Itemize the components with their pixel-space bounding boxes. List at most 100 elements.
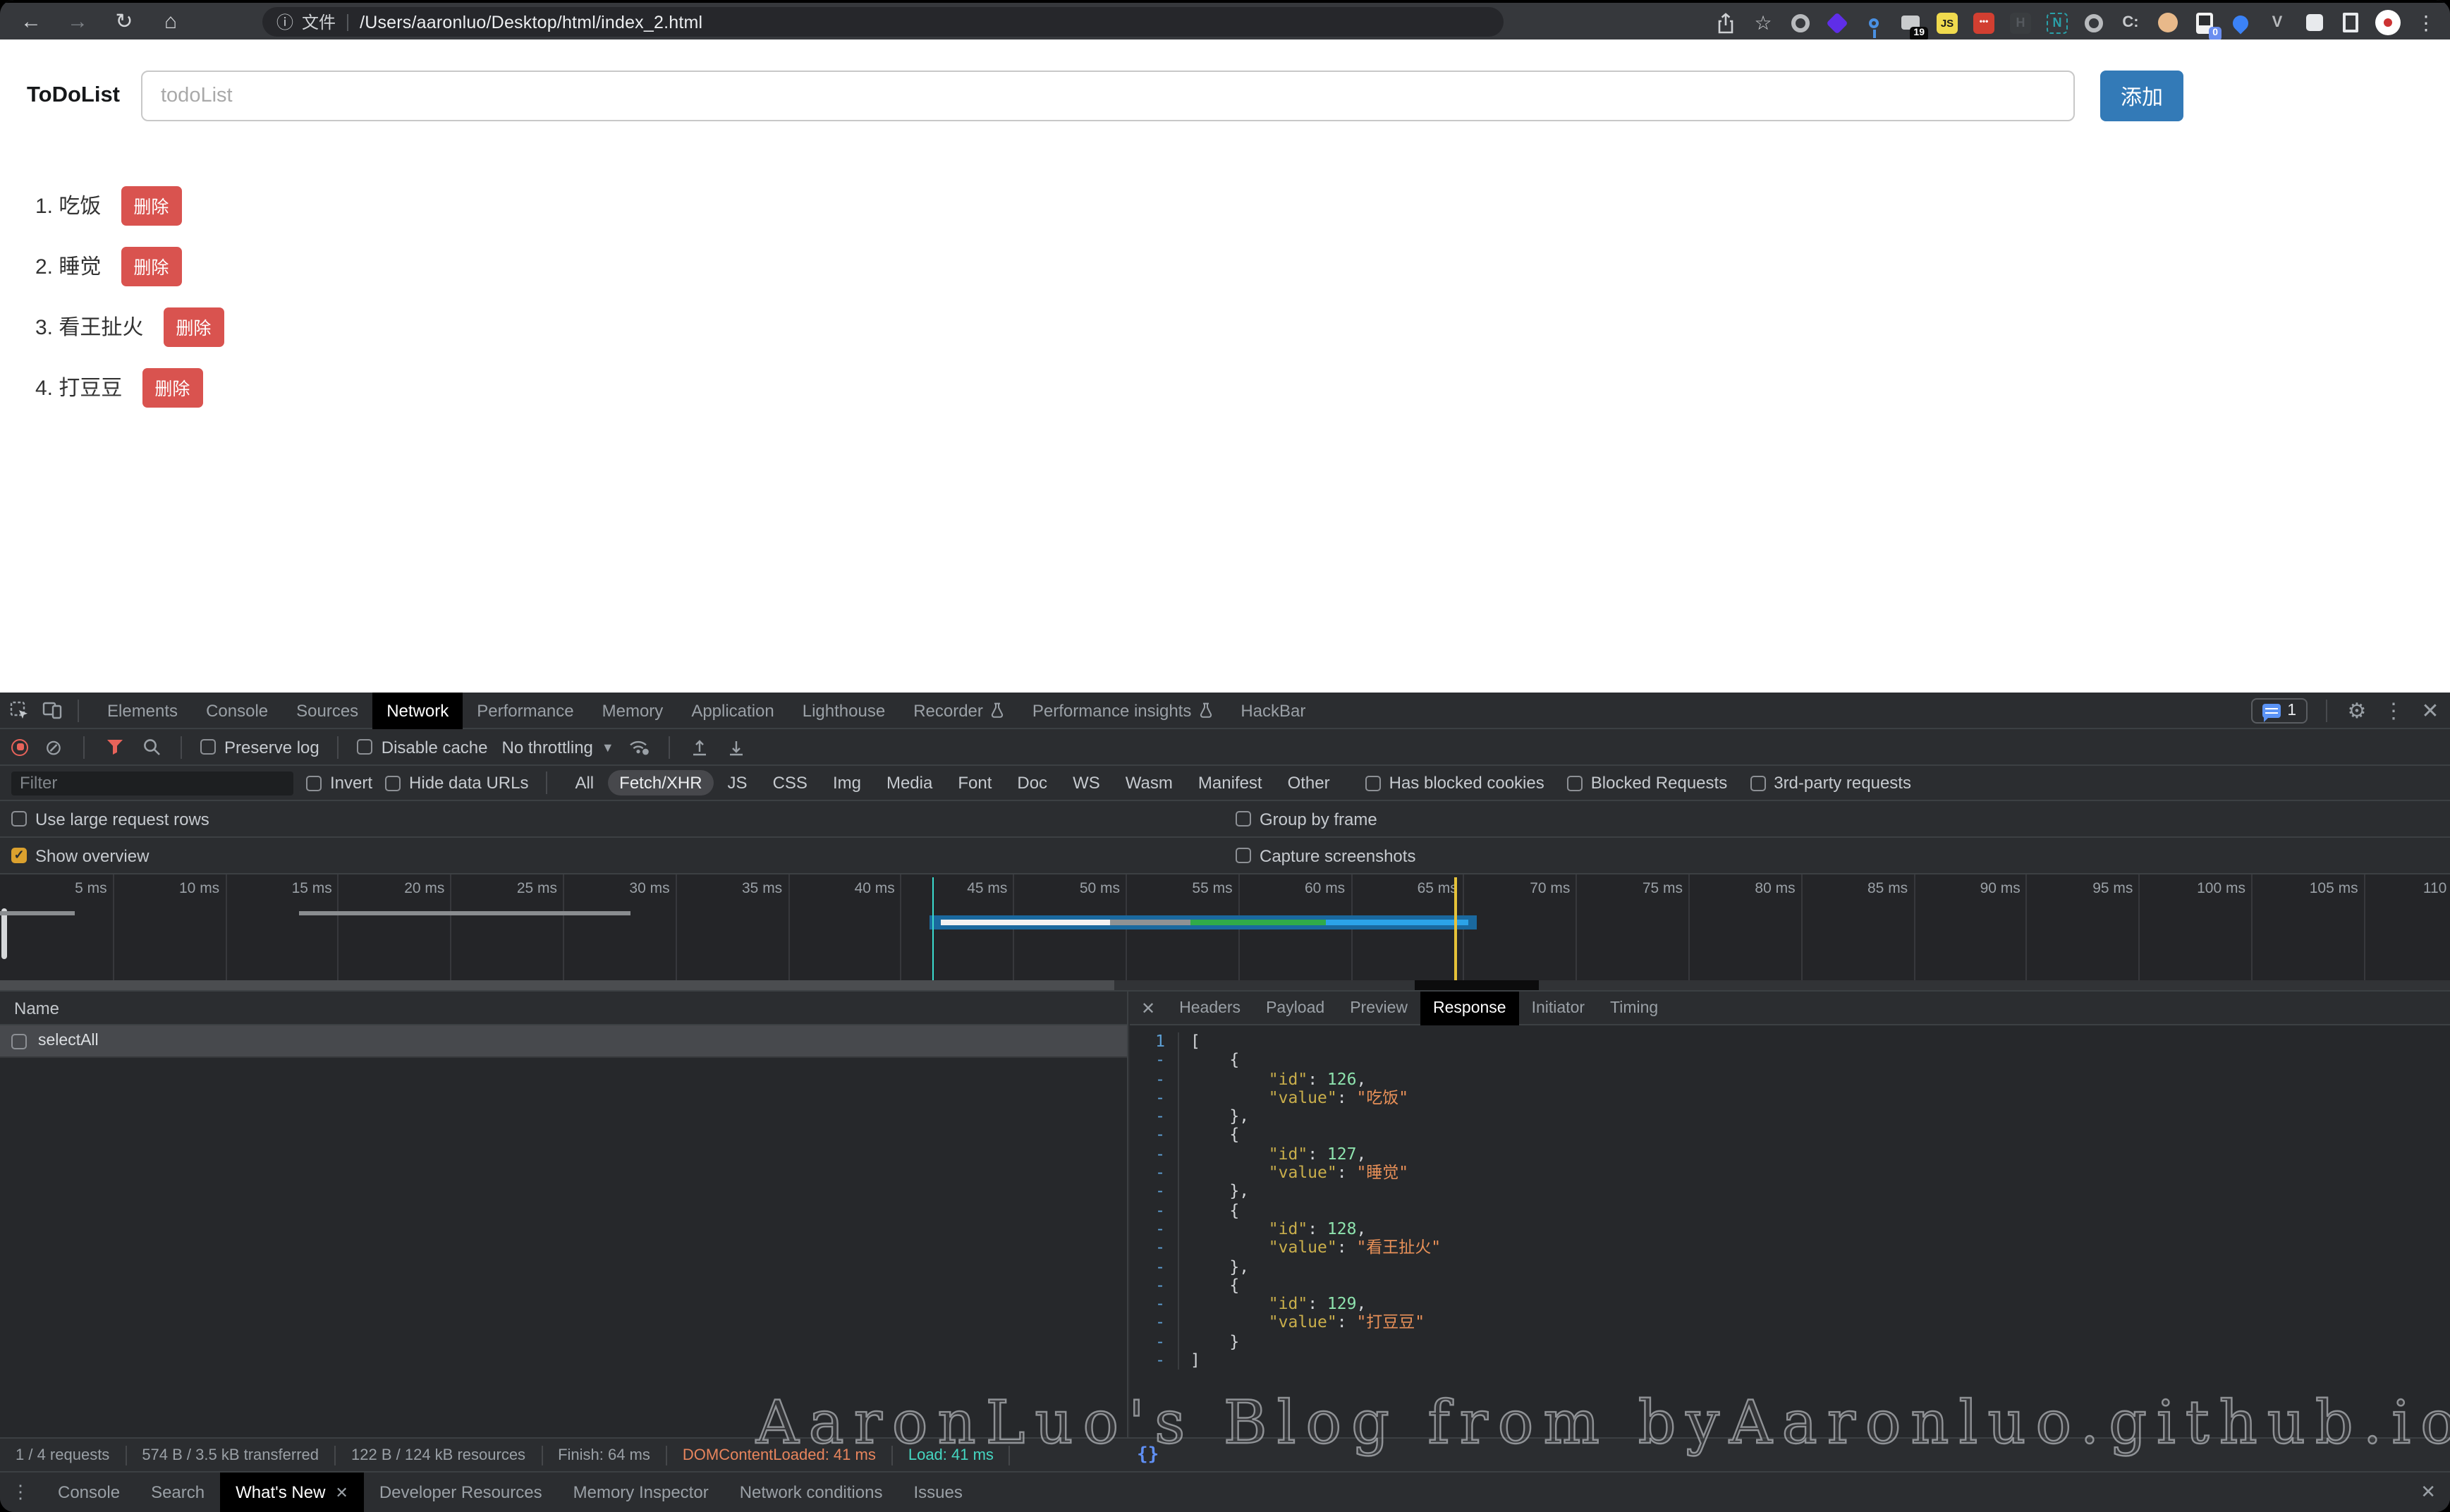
profile-avatar[interactable] <box>2375 10 2401 35</box>
overview-scrollbar[interactable] <box>0 980 2450 992</box>
group-by-frame-checkbox[interactable]: Group by frame <box>1236 809 1377 829</box>
device-toolbar-icon[interactable] <box>41 699 63 721</box>
response-tab-timing[interactable]: Timing <box>1597 991 1671 1025</box>
extension-face-icon[interactable] <box>2155 11 2179 35</box>
show-overview-checkbox[interactable]: ✓ Show overview <box>11 846 149 865</box>
extensions-puzzle-icon[interactable] <box>2302 11 2326 35</box>
todo-input[interactable] <box>141 71 2075 121</box>
extension-c-icon[interactable]: C: <box>2119 11 2143 35</box>
drawer-tab-issues[interactable]: Issues <box>898 1472 977 1512</box>
delete-button-2[interactable]: 删除 <box>121 246 181 286</box>
devtools-tab-sources[interactable]: Sources <box>282 692 372 728</box>
filter-type-css[interactable]: CSS <box>762 770 819 795</box>
overview-scrollbar-thumb[interactable] <box>0 980 1114 992</box>
devtools-close-icon[interactable]: ✕ <box>2419 700 2442 722</box>
extension-notion-icon[interactable]: N <box>2045 11 2069 35</box>
settings-gear-icon[interactable]: ⚙ <box>2346 700 2368 722</box>
clear-network-log-icon[interactable]: ⊘ <box>42 736 65 758</box>
hide-data-urls-checkbox[interactable]: Hide data URLs <box>385 773 528 793</box>
bookmark-star-icon[interactable]: ☆ <box>1750 10 1776 35</box>
devtools-tab-network[interactable]: Network <box>372 692 463 728</box>
devtools-tab-recorder[interactable]: Recorder <box>899 692 1018 728</box>
network-filter-input[interactable] <box>11 771 293 795</box>
home-icon[interactable]: ⌂ <box>155 6 186 37</box>
format-response-button[interactable]: {} <box>1137 1444 1159 1465</box>
use-large-request-rows-checkbox[interactable]: Use large request rows <box>11 809 209 829</box>
extension-panel-icon[interactable] <box>2339 11 2363 35</box>
extension-v-icon[interactable]: V <box>2265 11 2289 35</box>
export-har-icon[interactable] <box>726 736 748 758</box>
forward-icon[interactable]: → <box>62 6 93 37</box>
extension-pin-icon[interactable] <box>1862 11 1886 35</box>
devtools-menu-icon[interactable]: ⋮ <box>2382 700 2405 722</box>
extension-camera-icon[interactable]: 19 <box>1899 11 1922 35</box>
devtools-tab-hackbar[interactable]: HackBar <box>1226 692 1320 728</box>
devtools-tab-memory[interactable]: Memory <box>588 692 678 728</box>
response-tab-response[interactable]: Response <box>1420 991 1519 1025</box>
extension-card-icon[interactable]: 0 <box>2192 11 2216 35</box>
extension-password-icon[interactable]: ••• <box>1972 11 1996 35</box>
import-har-icon[interactable] <box>689 736 712 758</box>
extension-diamond-icon[interactable] <box>1825 11 1849 35</box>
drawer-tab-memory-inspector[interactable]: Memory Inspector <box>558 1472 724 1512</box>
filter-type-manifest[interactable]: Manifest <box>1187 770 1274 795</box>
filter-type-fetch-xhr[interactable]: Fetch/XHR <box>608 770 713 795</box>
request-row-checkbox[interactable] <box>11 1033 27 1049</box>
drawer-menu-icon[interactable]: ⋮ <box>0 1481 42 1504</box>
filter-type-doc[interactable]: Doc <box>1006 770 1059 795</box>
add-button[interactable]: 添加 <box>2100 71 2183 121</box>
browser-menu-icon[interactable]: ⋮ <box>2413 10 2439 35</box>
filter-type-img[interactable]: Img <box>822 770 872 795</box>
filter-type-ws[interactable]: WS <box>1061 770 1111 795</box>
reload-icon[interactable]: ↻ <box>109 6 140 37</box>
drawer-tab-developer-resources[interactable]: Developer Resources <box>364 1472 558 1512</box>
extension-balloon-icon[interactable] <box>2229 11 2253 35</box>
drawer-tab-network-conditions[interactable]: Network conditions <box>724 1472 898 1512</box>
has-blocked-cookies-checkbox[interactable]: Has blocked cookies <box>1365 773 1544 793</box>
address-bar[interactable]: ⓘ 文件 /Users/aaronluo/Desktop/html/index_… <box>262 7 1504 37</box>
devtools-tab-performance[interactable]: Performance <box>463 692 587 728</box>
request-row-selectall[interactable]: selectAll <box>0 1025 1127 1058</box>
delete-button-1[interactable]: 删除 <box>121 185 181 225</box>
blocked-requests-checkbox[interactable]: Blocked Requests <box>1567 773 1727 793</box>
console-messages-button[interactable]: 1 <box>2250 698 2308 724</box>
back-icon[interactable]: ← <box>16 6 47 37</box>
response-tab-initiator[interactable]: Initiator <box>1519 991 1597 1025</box>
drawer-close-icon[interactable]: ✕ <box>2420 1481 2436 1504</box>
devtools-tab-console[interactable]: Console <box>192 692 282 728</box>
filter-funnel-icon[interactable] <box>103 736 126 758</box>
drawer-tab-close-icon[interactable]: ✕ <box>335 1483 348 1501</box>
drawer-tab-what-s-new[interactable]: What's New✕ <box>220 1472 364 1512</box>
search-icon[interactable] <box>140 736 162 758</box>
filter-type-other[interactable]: Other <box>1276 770 1341 795</box>
devtools-tab-lighthouse[interactable]: Lighthouse <box>788 692 899 728</box>
capture-screenshots-checkbox[interactable]: Capture screenshots <box>1236 846 1415 865</box>
throttling-select[interactable]: No throttling ▼ <box>502 737 614 757</box>
filter-type-media[interactable]: Media <box>875 770 944 795</box>
drawer-tab-search[interactable]: Search <box>135 1472 220 1512</box>
response-tab-headers[interactable]: Headers <box>1166 991 1253 1025</box>
response-body-viewer[interactable]: 1[- {- "id": 126,- "value": "吃饭"- },- {-… <box>1130 1025 2450 1437</box>
disable-cache-checkbox[interactable]: Disable cache <box>358 737 488 757</box>
share-icon[interactable] <box>1712 10 1738 35</box>
response-tab-preview[interactable]: Preview <box>1337 991 1420 1025</box>
overview-request-bar[interactable] <box>930 915 1477 929</box>
extension-ring-icon[interactable] <box>1788 11 1812 35</box>
devtools-tab-application[interactable]: Application <box>677 692 788 728</box>
network-conditions-icon[interactable] <box>628 736 651 758</box>
filter-type-wasm[interactable]: Wasm <box>1114 770 1184 795</box>
page-info-icon[interactable]: ⓘ <box>276 10 293 34</box>
delete-button-3[interactable]: 删除 <box>163 307 224 346</box>
overview-resize-handle[interactable] <box>1 908 7 959</box>
name-column-header[interactable]: Name <box>0 992 1127 1025</box>
delete-button-4[interactable]: 删除 <box>142 367 202 407</box>
response-tab-payload[interactable]: Payload <box>1253 991 1337 1025</box>
close-request-icon[interactable]: ✕ <box>1138 998 1166 1018</box>
devtools-tab-performance-insights[interactable]: Performance insights <box>1018 692 1226 728</box>
extension-h-icon[interactable]: H <box>2009 11 2032 35</box>
filter-type-font[interactable]: Font <box>946 770 1003 795</box>
preserve-log-checkbox[interactable]: Preserve log <box>200 737 319 757</box>
network-overview-timeline[interactable]: 5 ms10 ms15 ms20 ms25 ms30 ms35 ms40 ms4… <box>0 874 2450 992</box>
filter-type-js[interactable]: JS <box>717 770 759 795</box>
inspect-element-icon[interactable] <box>8 699 31 721</box>
